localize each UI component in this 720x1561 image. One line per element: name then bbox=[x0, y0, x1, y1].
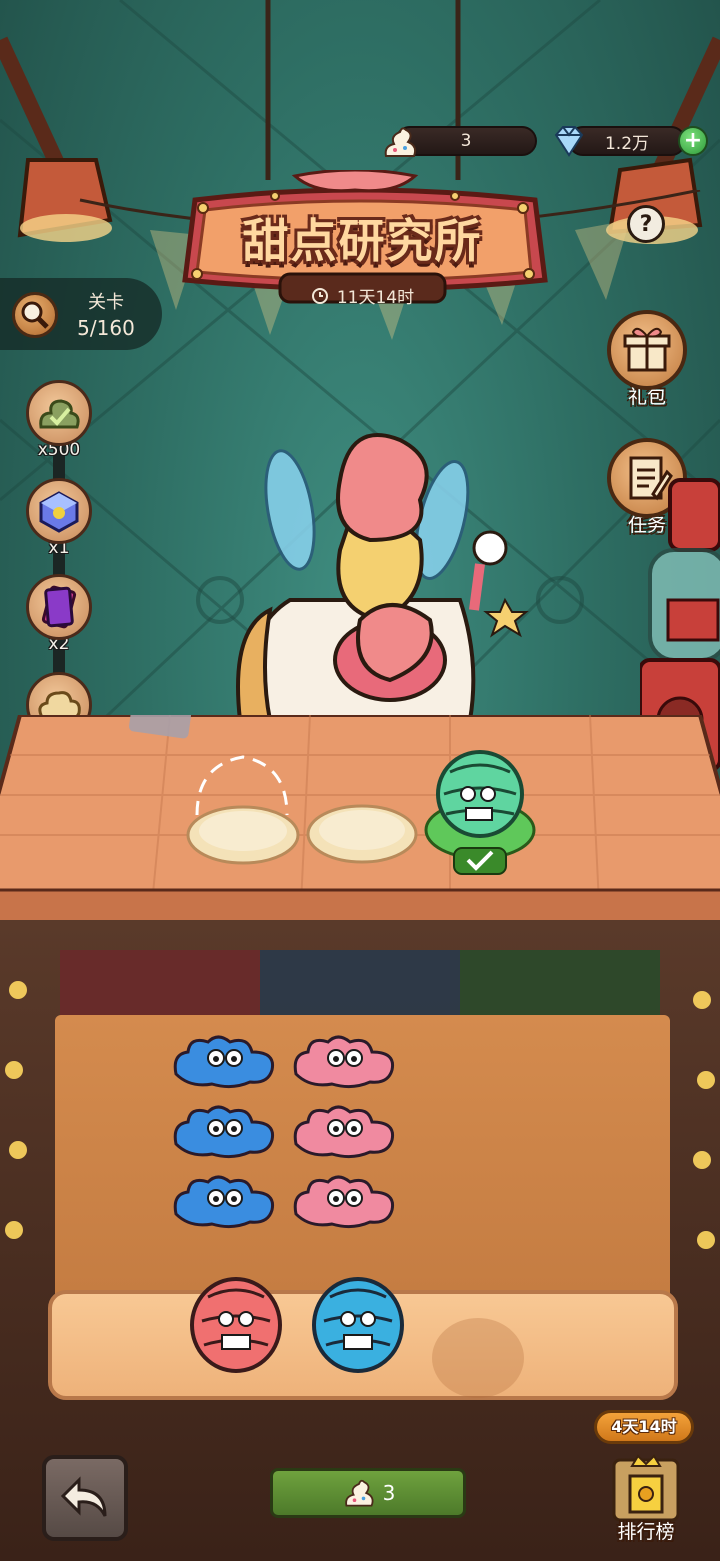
diamond-icon bbox=[554, 126, 584, 157]
help-button[interactable]: ? bbox=[627, 205, 665, 243]
gift-box-icon bbox=[607, 310, 687, 390]
cream-count: 3 bbox=[460, 131, 472, 151]
event-timer: 11天14时 bbox=[175, 283, 550, 308]
event-sign: 甜点研究所 11天14时 bbox=[175, 170, 550, 308]
undo-arrow-icon bbox=[60, 1476, 107, 1517]
pink-creature-tile[interactable] bbox=[293, 1105, 395, 1159]
reward-item[interactable]: x500 bbox=[24, 380, 94, 460]
clock-icon bbox=[311, 287, 328, 304]
chef-character bbox=[236, 433, 529, 722]
bottom-cream-count: 3 bbox=[382, 1481, 396, 1505]
cream-swirl-icon bbox=[344, 1479, 374, 1507]
cube-gem-icon bbox=[26, 478, 92, 544]
leaderboard-button[interactable]: 排行榜 bbox=[600, 1440, 692, 1550]
magnifier-icon[interactable] bbox=[12, 292, 58, 338]
level-progress: 5/160 bbox=[77, 316, 135, 340]
pink-creature-tile[interactable] bbox=[293, 1175, 395, 1229]
blue-creature-tile[interactable] bbox=[173, 1035, 275, 1089]
cream-pile-icon bbox=[26, 380, 92, 446]
blue-creature-tile[interactable] bbox=[173, 1175, 275, 1229]
trophy-icon bbox=[612, 1454, 680, 1522]
undo-button[interactable] bbox=[42, 1455, 128, 1541]
leaderboard-label: 排行榜 bbox=[617, 1521, 675, 1543]
blue-creature-tile[interactable] bbox=[173, 1105, 275, 1159]
event-timer-text: 11天14时 bbox=[336, 288, 415, 308]
cream-swirl-icon bbox=[384, 127, 417, 157]
cream-counter-bar: 3 bbox=[270, 1468, 466, 1518]
add-gems-button[interactable]: + bbox=[678, 126, 708, 156]
level-label: 关卡 bbox=[88, 292, 124, 313]
event-title: 甜点研究所 bbox=[242, 214, 483, 268]
game-stage: 3 1.2万 + 甜点研究所 11天14时 ? 关卡 5/160 x500 x1… bbox=[0, 0, 720, 1561]
creature-grid bbox=[173, 1035, 395, 1229]
gift-pack-button[interactable]: 礼包 bbox=[604, 310, 690, 409]
reward-item[interactable]: x2 bbox=[24, 574, 94, 654]
reward-item[interactable]: x1 bbox=[24, 478, 94, 558]
gem-count: 1.2万 bbox=[604, 133, 650, 154]
pink-creature-tile[interactable] bbox=[293, 1035, 395, 1089]
slot-item-red-macaron[interactable] bbox=[188, 1275, 284, 1375]
slot-item-blue-macaron[interactable] bbox=[310, 1275, 406, 1375]
completed-macaron-plate[interactable] bbox=[420, 748, 540, 878]
dessert-plate[interactable] bbox=[303, 800, 421, 866]
slot-empty bbox=[432, 1318, 524, 1398]
level-panel[interactable]: 关卡 5/160 bbox=[0, 278, 162, 350]
card-pack-icon bbox=[26, 574, 92, 640]
leaderboard-timer: 4天14时 bbox=[594, 1410, 694, 1444]
dessert-plate[interactable] bbox=[183, 755, 303, 865]
